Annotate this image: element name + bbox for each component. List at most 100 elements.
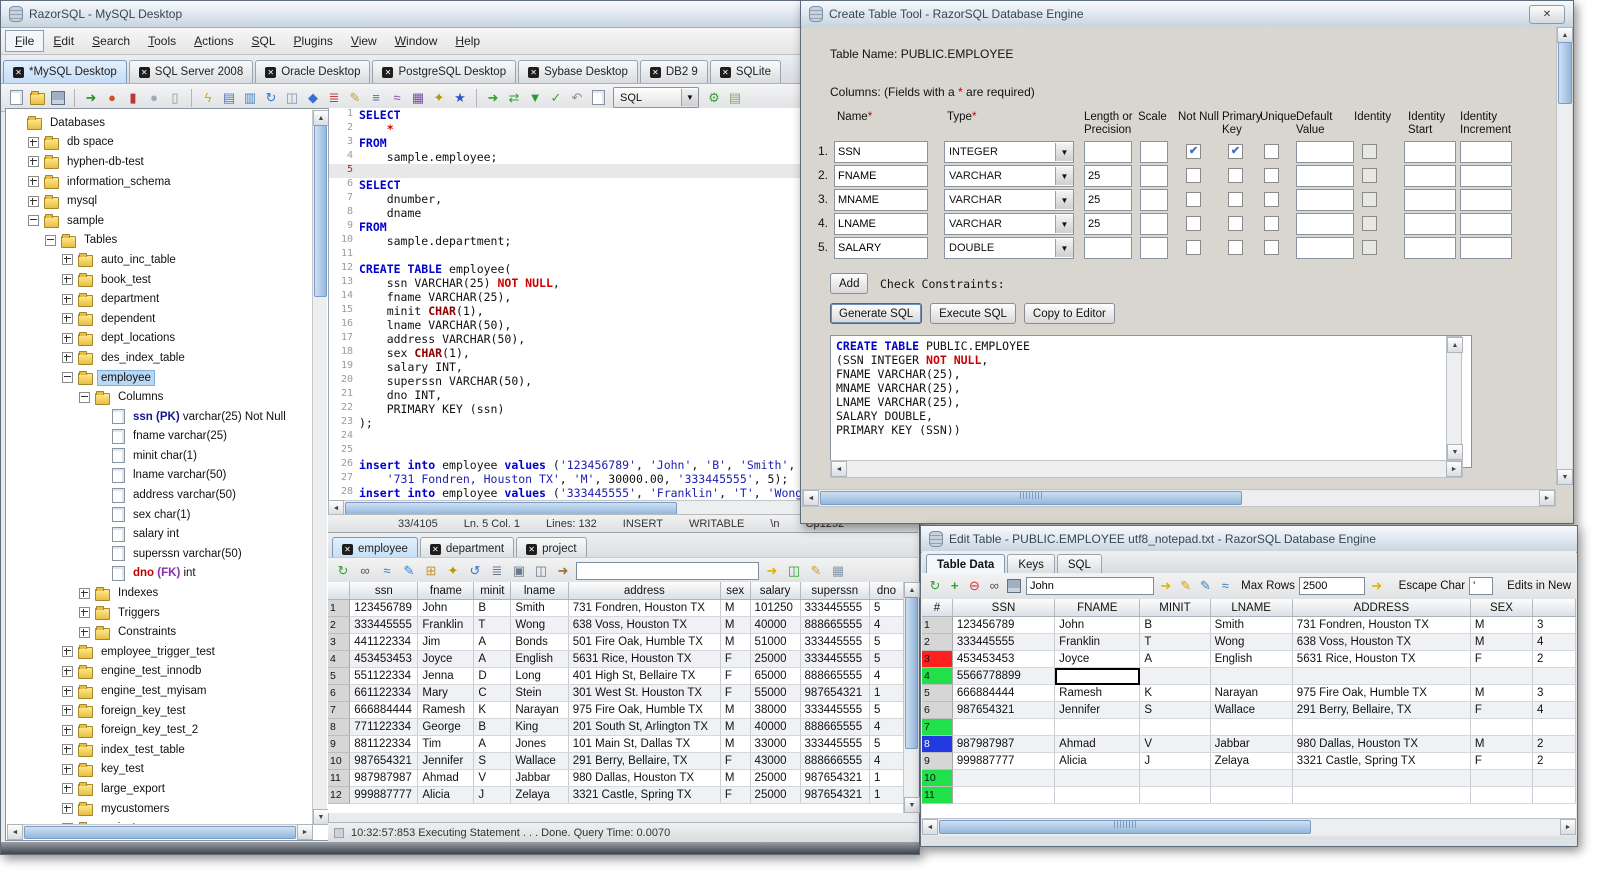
table-row[interactable]: 3 441122334 Jim A Bonds 501 Fire Oak, Humble …	[328, 633, 904, 651]
cell[interactable]: Smith	[510, 599, 569, 617]
chevron-down-icon[interactable]: ▼	[1055, 143, 1073, 161]
scroll-down-icon[interactable]: ▼	[1557, 469, 1573, 485]
cell[interactable]: B	[473, 718, 512, 736]
tree-expander-icon[interactable]	[62, 705, 73, 717]
primary-key-checkbox[interactable]	[1228, 240, 1243, 255]
identity-increment-input[interactable]	[1460, 237, 1512, 259]
results-column-header[interactable]: ssn	[349, 582, 419, 600]
edit-column-header[interactable]: ADDRESS	[1292, 599, 1471, 617]
new-file-icon[interactable]	[7, 89, 25, 107]
cell[interactable]: 987654321	[800, 786, 870, 804]
tree-item-key-test[interactable]: key_test	[7, 760, 313, 780]
generate-sql-button[interactable]: Generate SQL	[830, 303, 923, 324]
find-icon[interactable]: ∞	[986, 577, 1002, 595]
cell[interactable]: John	[1054, 616, 1141, 634]
execute-sql-button[interactable]: Execute SQL	[930, 303, 1016, 324]
cell[interactable]: J	[1139, 752, 1211, 770]
cell[interactable]: English	[510, 650, 569, 668]
scroll-right-icon[interactable]: ►	[1539, 490, 1555, 506]
new-connection-icon[interactable]: ●	[103, 89, 121, 107]
cell[interactable]: 3	[1532, 684, 1576, 702]
cell[interactable]	[1139, 769, 1211, 787]
column-type-select[interactable]: VARCHAR ▼	[944, 189, 1074, 211]
cell[interactable]	[1292, 667, 1471, 685]
tree-expander-icon[interactable]	[62, 803, 73, 815]
cell[interactable]: F	[720, 752, 751, 770]
cell[interactable]: A	[473, 650, 512, 668]
tab-close-icon[interactable]: ✕	[719, 66, 731, 78]
column-name-input[interactable]	[834, 165, 928, 187]
tree-item-dno-fk-int[interactable]: dno (FK) int	[7, 564, 313, 584]
cell[interactable]: 975 Fire Oak, Humble TX	[1292, 684, 1471, 702]
close-button[interactable]: ✕	[1529, 4, 1565, 24]
row-number[interactable]: 1	[922, 616, 953, 634]
cell[interactable]: 987987987	[952, 735, 1056, 753]
cell[interactable]: 638 Voss, Houston TX	[1292, 633, 1471, 651]
tree-item-fname-varchar-25-[interactable]: fname varchar(25)	[7, 427, 313, 447]
tree-expander-icon[interactable]	[62, 724, 73, 736]
cell[interactable]: M	[720, 599, 751, 617]
cell[interactable]	[1054, 769, 1141, 787]
tree-item-hyphen-db-test[interactable]: hyphen-db-test	[7, 152, 313, 172]
tree-expander-icon[interactable]	[62, 763, 73, 775]
edit-column-header[interactable]: MINIT	[1139, 599, 1211, 617]
cell[interactable]: 3321 Castle, Spring TX	[568, 786, 721, 804]
list-view-icon[interactable]: ▤	[726, 89, 744, 107]
connection-tab--mysql-desktop[interactable]: ✕ *MySQL Desktop	[3, 60, 127, 83]
cell[interactable]: A	[473, 735, 512, 753]
cell[interactable]: 333445555	[800, 633, 870, 651]
cell[interactable]: 123456789	[349, 599, 419, 617]
cell[interactable]: M	[1470, 735, 1534, 753]
identity-start-input[interactable]	[1404, 189, 1456, 211]
row-number[interactable]: 5	[922, 684, 953, 702]
results-column-header[interactable]	[328, 582, 351, 600]
go-arrow-icon[interactable]: ➜	[1158, 577, 1174, 595]
table-row[interactable]: 1 123456789 John B Smith 731 Fondren, Houston…	[922, 616, 1576, 634]
cell[interactable]: F	[720, 650, 751, 668]
edit-tab-table-data[interactable]: Table Data	[926, 554, 1006, 575]
scroll-left-icon[interactable]: ◄	[922, 819, 938, 835]
cell[interactable]: B	[1139, 616, 1211, 634]
cell[interactable]: 731 Fondren, Houston TX	[568, 599, 721, 617]
cell[interactable]: 551122334	[349, 667, 419, 685]
tab-close-icon[interactable]: ✕	[138, 66, 150, 78]
tree-item-engine-test-myisam[interactable]: engine_test_myisam	[7, 681, 313, 701]
cell[interactable]	[1054, 718, 1141, 736]
length-input[interactable]	[1084, 189, 1132, 211]
tree-item-salary-int[interactable]: salary int	[7, 524, 313, 544]
cell[interactable]: V	[1139, 735, 1211, 753]
cell[interactable]: 980 Dallas, Houston TX	[1292, 735, 1471, 753]
sql-box-horizontal-scrollbar[interactable]: ◄ ►	[830, 460, 1463, 478]
tree-expander-icon[interactable]	[45, 234, 56, 246]
menu-tools[interactable]: Tools	[139, 31, 185, 51]
identity-start-input[interactable]	[1404, 213, 1456, 235]
tree-item-db-space[interactable]: db space	[7, 133, 313, 153]
fetch-more-icon[interactable]: ▼	[526, 89, 544, 107]
chevron-down-icon[interactable]: ▼	[1055, 167, 1073, 185]
tree-item-auto-inc-table[interactable]: auto_inc_table	[7, 250, 313, 270]
cell[interactable]: M	[1470, 616, 1534, 634]
filter-tool-icon[interactable]: ≈	[388, 89, 406, 107]
scroll-up-icon[interactable]: ▲	[904, 582, 920, 598]
cell[interactable]: Wallace	[510, 752, 569, 770]
export-green-icon[interactable]: ◫	[785, 562, 803, 580]
main-title-bar[interactable]: RazorSQL - MySQL Desktop	[1, 1, 919, 28]
scroll-down-icon[interactable]: ▼	[313, 809, 329, 825]
tree-item-foreign-key-test-2[interactable]: foreign_key_test_2	[7, 720, 313, 740]
primary-key-checkbox[interactable]: ✔	[1228, 144, 1243, 159]
identity-start-input[interactable]	[1404, 165, 1456, 187]
copy-results-icon[interactable]: ◫	[532, 562, 550, 580]
cell[interactable]: Jim	[417, 633, 475, 651]
cell[interactable]: 101250	[750, 599, 801, 617]
favorites-icon[interactable]: ★	[451, 89, 469, 107]
cell[interactable]	[1470, 718, 1534, 736]
cell[interactable]: A	[1139, 650, 1211, 668]
table-row[interactable]: 9 881122334 Tim A Jones 101 Main St, Dallas T…	[328, 735, 904, 753]
row-number[interactable]: 10	[922, 769, 953, 787]
connect-icon[interactable]: ➜	[82, 89, 100, 107]
table-row[interactable]: 6 987654321 Jennifer S Wallace 291 Berry, Bel…	[922, 701, 1576, 719]
column-type-select[interactable]: INTEGER ▼	[944, 141, 1074, 163]
tree-item-des-index-table[interactable]: des_index_table	[7, 348, 313, 368]
row-number[interactable]: 2	[922, 633, 953, 651]
cell[interactable]: S	[1139, 701, 1211, 719]
